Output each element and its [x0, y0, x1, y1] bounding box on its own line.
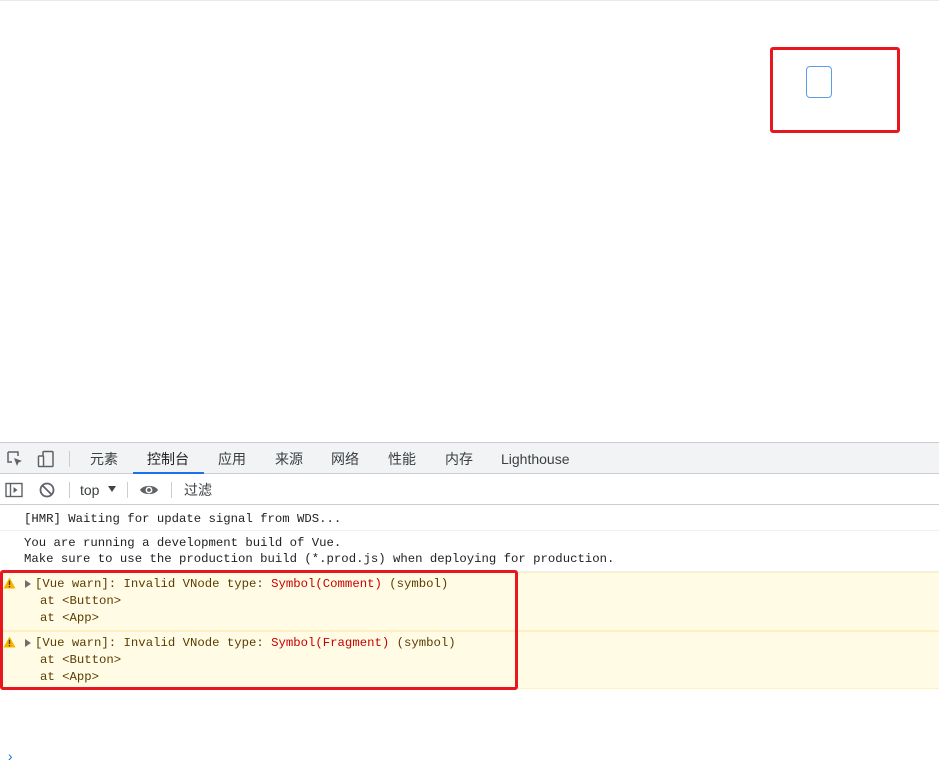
- log-text: Make sure to use the production build (*…: [24, 552, 615, 566]
- tab-console[interactable]: 控制台: [147, 443, 189, 474]
- tab-sources[interactable]: 来源: [275, 443, 303, 474]
- active-tab-indicator: [133, 472, 204, 474]
- page-top-border: [0, 0, 939, 1]
- toolbar-divider: [127, 482, 128, 498]
- tab-performance[interactable]: 性能: [388, 443, 416, 474]
- inspect-element-icon[interactable]: [5, 449, 25, 469]
- chevron-down-icon[interactable]: [108, 486, 116, 492]
- live-expression-eye-icon[interactable]: [139, 480, 159, 500]
- clear-console-icon[interactable]: [37, 480, 57, 500]
- console-log-message: You are running a development build of V…: [0, 531, 939, 572]
- tab-memory[interactable]: 内存: [445, 443, 473, 474]
- tab-lighthouse[interactable]: Lighthouse: [501, 443, 570, 474]
- console-filter-input[interactable]: [180, 478, 928, 501]
- tab-network[interactable]: 网络: [331, 443, 359, 474]
- console-prompt-icon[interactable]: ›: [6, 751, 14, 765]
- log-text: You are running a development build of V…: [24, 536, 342, 550]
- console-log-message: [HMR] Waiting for update signal from WDS…: [0, 506, 939, 531]
- log-text: [HMR] Waiting for update signal from WDS…: [24, 512, 342, 526]
- tab-elements[interactable]: 元素: [90, 443, 118, 474]
- devtools-tabbar: 元素 控制台 应用 来源 网络 性能 内存 Lighthouse: [0, 442, 939, 474]
- tabbar-divider: [69, 451, 70, 467]
- tab-application[interactable]: 应用: [218, 443, 246, 474]
- page-viewport: [0, 0, 939, 442]
- toolbar-divider: [69, 482, 70, 498]
- device-toolbar-icon[interactable]: [36, 449, 56, 469]
- annotation-warning-box: [0, 570, 518, 690]
- annotation-highlight-box: [770, 47, 900, 133]
- console-toolbar: top: [0, 475, 939, 505]
- toolbar-divider: [171, 482, 172, 498]
- sidebar-toggle-icon[interactable]: [4, 480, 24, 500]
- context-selector[interactable]: top: [80, 475, 99, 504]
